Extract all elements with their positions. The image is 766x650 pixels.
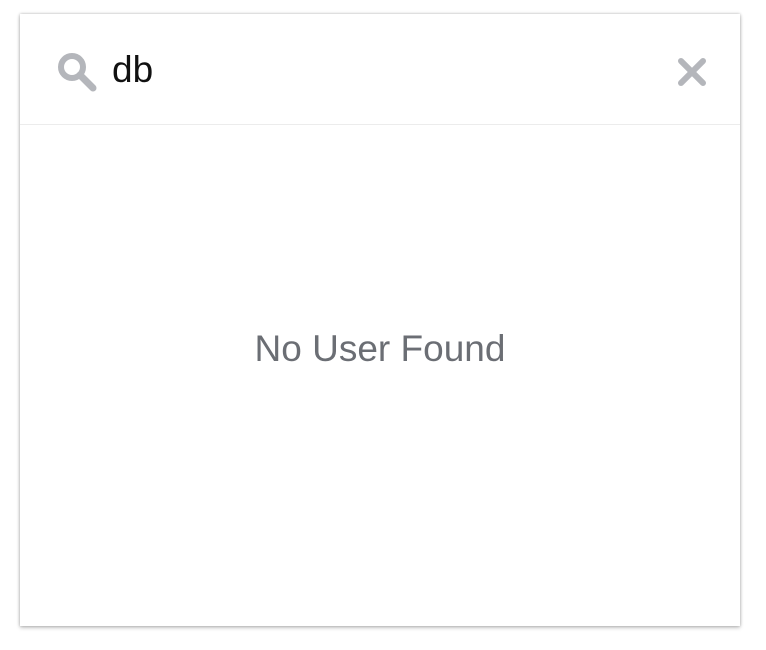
search-input[interactable] — [112, 44, 652, 96]
search-bar — [20, 14, 740, 125]
clear-search-button[interactable] — [672, 52, 712, 92]
empty-results-message: No User Found — [254, 328, 506, 369]
search-icon — [56, 51, 98, 93]
close-icon[interactable] — [672, 52, 712, 92]
user-search-panel: No User Found — [20, 14, 740, 626]
